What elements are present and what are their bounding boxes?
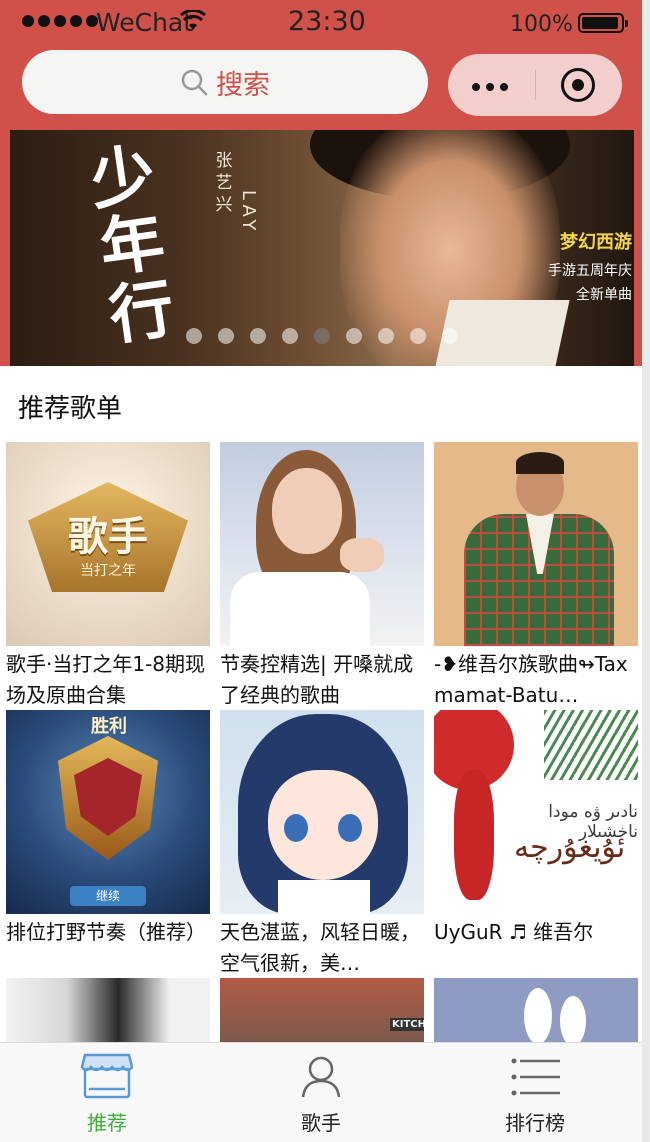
- playlist-cover: [220, 710, 424, 914]
- capsule-divider: [535, 70, 536, 100]
- store-icon: [80, 1053, 134, 1099]
- status-bar: WeChat 23:30 100%: [0, 0, 642, 46]
- carousel-pager: [186, 328, 458, 344]
- playlist-cover: نادىر ۋە مودا ناخشىلار ئۇيغۇرچە: [434, 710, 638, 914]
- pager-dot[interactable]: [314, 328, 330, 344]
- target-icon[interactable]: [561, 68, 595, 102]
- search-label: 搜索: [216, 69, 270, 101]
- clock: 23:30: [288, 6, 366, 37]
- playlist-card[interactable]: 节奏控精选| 开嗓就成了经典的歌曲: [220, 442, 424, 711]
- banner-promo-line2: 全新单曲: [576, 287, 632, 303]
- playlist-title: -❥维吾尔族歌曲↬Taxmamat-Batu…: [434, 652, 628, 707]
- search-icon: [181, 69, 208, 96]
- pager-dot[interactable]: [250, 328, 266, 344]
- person-icon: [301, 1056, 341, 1098]
- page-edge: [642, 0, 650, 1142]
- cover-text: ئۇيغۇرچە: [514, 830, 626, 865]
- playlist-title: 歌手·当打之年1-8期现场及原曲合集: [6, 652, 206, 707]
- banner-title: 少年行: [85, 136, 179, 355]
- tab-label: 推荐: [87, 1111, 127, 1135]
- search-bar[interactable]: 搜索: [22, 50, 428, 114]
- playlist-cover: 歌手 当打之年: [6, 442, 210, 646]
- tab-ranking[interactable]: 排行榜: [428, 1043, 642, 1142]
- signal-icon: [22, 15, 98, 27]
- more-icon[interactable]: [472, 83, 508, 91]
- list-icon: [511, 1058, 560, 1096]
- tab-singer[interactable]: 歌手: [214, 1043, 428, 1142]
- battery-percentage: 100%: [510, 12, 573, 37]
- playlist-card[interactable]: نادىر ۋە مودا ناخشىلار ئۇيغۇرچە UyGuR ♬ …: [434, 710, 638, 979]
- tab-recommend[interactable]: 推荐: [0, 1043, 214, 1142]
- playlist-title: UyGuR ♬ 维吾尔: [434, 920, 594, 944]
- pager-dot[interactable]: [442, 328, 458, 344]
- cover-text: KITCH: [390, 1018, 424, 1031]
- banner-logo: 梦幻西游: [560, 232, 632, 253]
- cover-text: 歌手: [68, 514, 148, 560]
- playlist-title: 天色湛蓝，风轻日暖，空气很新，美…: [220, 920, 420, 975]
- pager-dot[interactable]: [186, 328, 202, 344]
- pager-dot[interactable]: [218, 328, 234, 344]
- mini-program-capsule: [448, 54, 622, 116]
- playlist-card[interactable]: 胜利 继续 排位打野节奏（推荐）: [6, 710, 210, 979]
- playlist-card[interactable]: 歌手 当打之年 歌手·当打之年1-8期现场及原曲合集: [6, 442, 210, 711]
- cover-text: 胜利: [91, 716, 127, 737]
- carrier-name: WeChat: [96, 8, 194, 37]
- pager-dot[interactable]: [346, 328, 362, 344]
- playlist-title: 排位打野节奏（推荐）: [6, 920, 206, 944]
- playlist-cover: [434, 442, 638, 646]
- banner-artist-cn: 张艺兴: [215, 151, 233, 215]
- pager-dot[interactable]: [378, 328, 394, 344]
- playlist-cover: 胜利 继续: [6, 710, 210, 914]
- banner-promo-line1: 手游五周年庆: [548, 263, 632, 279]
- pager-dot[interactable]: [282, 328, 298, 344]
- tab-bar: 推荐 歌手 排行榜: [0, 1042, 642, 1142]
- tab-label: 歌手: [301, 1111, 341, 1135]
- cover-subtext: 当打之年: [80, 563, 136, 579]
- playlist-cover: [220, 442, 424, 646]
- pager-dot[interactable]: [410, 328, 426, 344]
- cover-button-text: 继续: [70, 886, 146, 906]
- battery-icon: [578, 13, 628, 33]
- section-title: 推荐歌单: [18, 394, 123, 424]
- tab-label: 排行榜: [505, 1111, 565, 1135]
- banner-artist-en: LAY: [238, 190, 259, 235]
- playlist-card[interactable]: -❥维吾尔族歌曲↬Taxmamat-Batu…: [434, 442, 638, 711]
- wifi-icon: [180, 10, 206, 30]
- playlist-title: 节奏控精选| 开嗓就成了经典的歌曲: [220, 652, 414, 707]
- playlist-card[interactable]: 天色湛蓝，风轻日暖，空气很新，美…: [220, 710, 424, 979]
